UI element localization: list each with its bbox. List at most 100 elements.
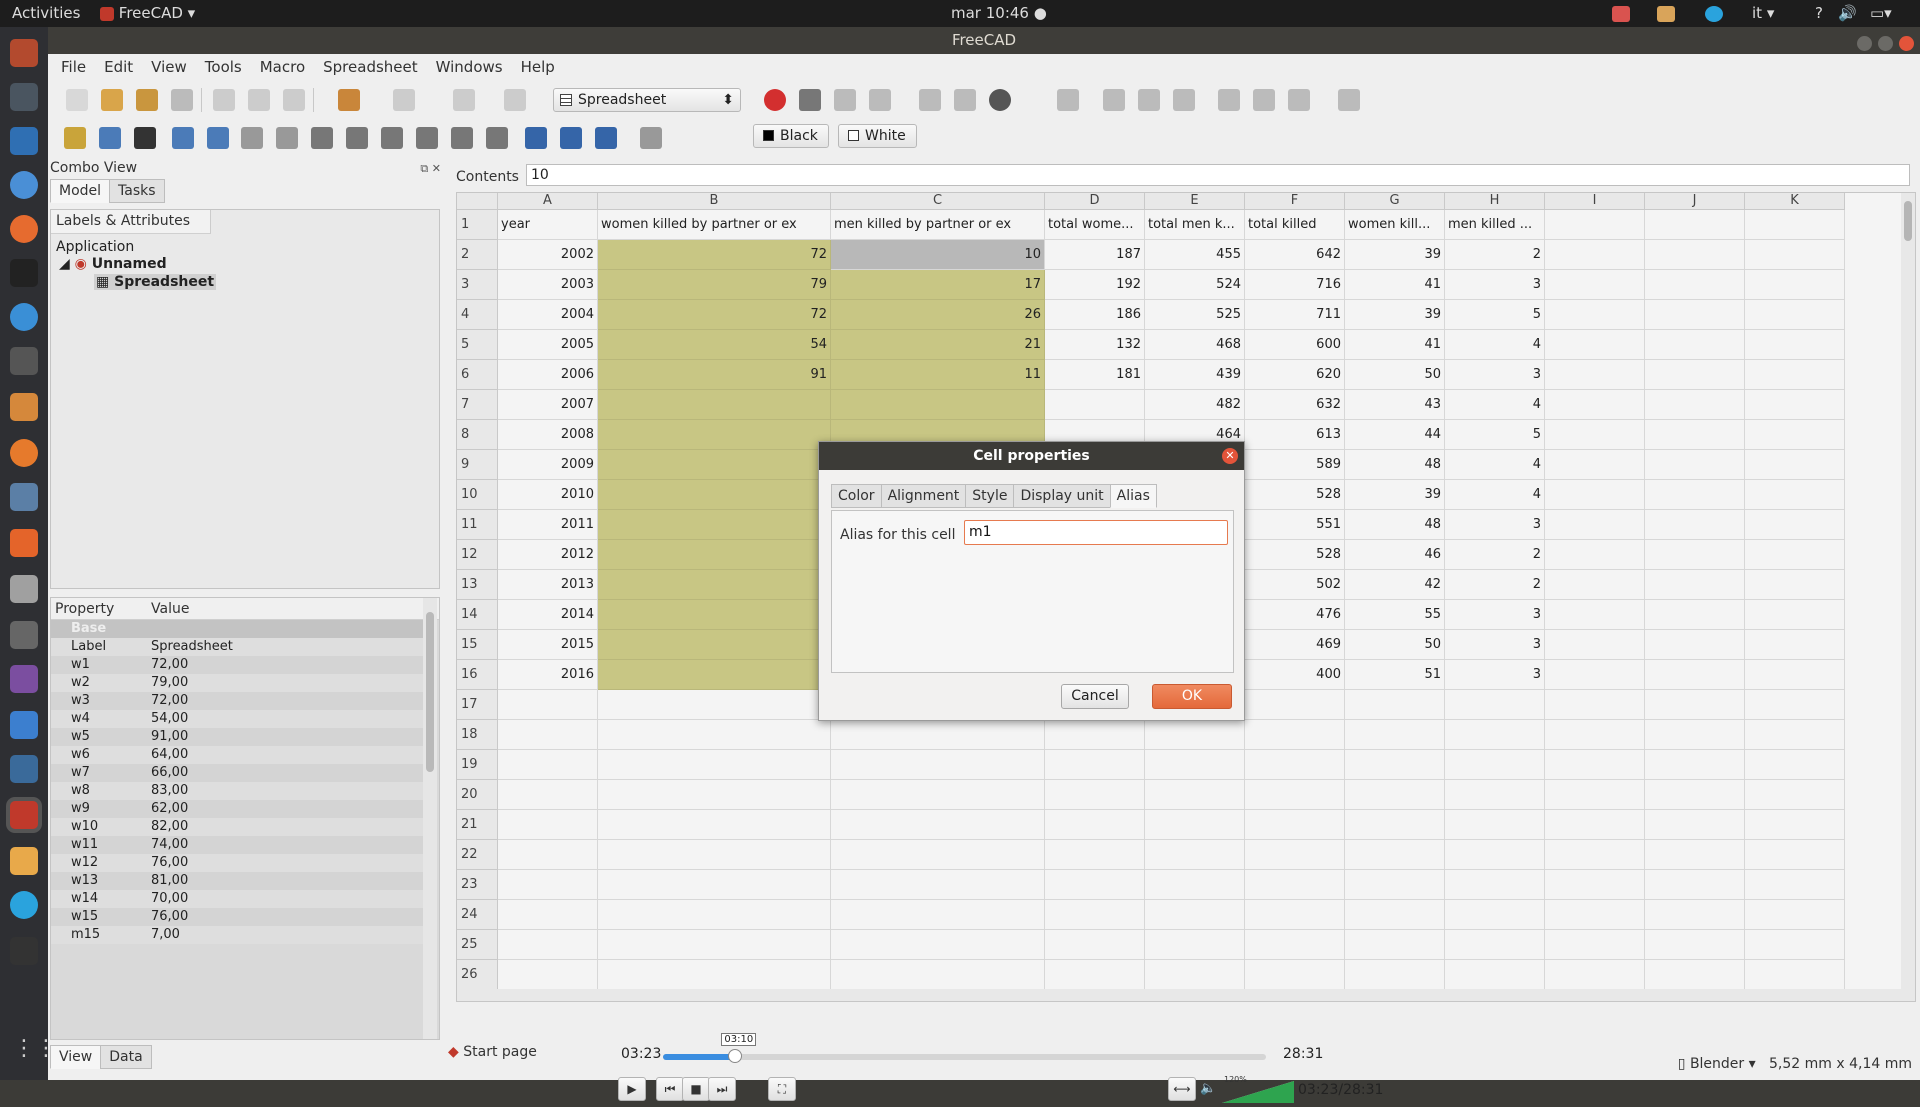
sheet-cell[interactable] [598,780,831,810]
property-row[interactable]: w7 66,00 [51,764,423,782]
sheet-cell[interactable] [1745,210,1845,240]
sheet-cell[interactable] [1545,810,1645,840]
sheet-cell[interactable] [1745,300,1845,330]
sheet-cell[interactable] [1345,720,1445,750]
sheet-cell[interactable]: 72 [598,240,831,270]
ok-button[interactable]: OK [1152,684,1232,709]
align-center-icon[interactable] [346,127,368,149]
sheet-cell[interactable]: 5 [1445,300,1545,330]
right-view-icon[interactable] [1173,89,1195,111]
sheet-cell[interactable]: 2003 [498,270,598,300]
row-header[interactable]: 6 [457,360,498,390]
menu-tools[interactable]: Tools [196,54,251,80]
volume-icon[interactable]: 🔊 [1838,4,1857,22]
property-row[interactable]: w12 76,00 [51,854,423,872]
sheet-cell[interactable] [831,870,1045,900]
sheet-cell[interactable]: 3 [1445,660,1545,690]
row-header[interactable]: 15 [457,630,498,660]
sheet-cell[interactable] [1645,810,1745,840]
drawing-icon[interactable] [10,393,38,421]
sheet-cell[interactable]: 50 [1345,630,1445,660]
sheet-cell[interactable]: 46 [1345,540,1445,570]
menu-macro[interactable]: Macro [251,54,314,80]
front-view-icon[interactable] [1103,89,1125,111]
row-header[interactable]: 4 [457,300,498,330]
property-row[interactable]: m15 7,00 [51,926,423,944]
sheet-cell[interactable] [1345,900,1445,930]
property-row[interactable]: w13 81,00 [51,872,423,890]
menu-windows[interactable]: Windows [427,54,512,80]
sheet-cell[interactable]: 4 [1445,480,1545,510]
align-vcenter-icon[interactable] [451,127,473,149]
open-icon[interactable] [101,89,123,111]
part-icon[interactable] [64,127,86,149]
show-applications-icon[interactable]: ⋮⋮ [13,1038,57,1060]
sheet-cell[interactable] [1545,870,1645,900]
inkscape-icon[interactable] [10,711,38,739]
sheet-cell[interactable] [1645,300,1745,330]
sheet-cell[interactable] [1045,750,1145,780]
stop-button[interactable]: ■ [682,1077,710,1101]
sheet-cell[interactable] [1645,240,1745,270]
sheet-cell[interactable] [1345,690,1445,720]
sheet-cell[interactable] [1445,750,1545,780]
transmission-icon[interactable] [10,483,38,511]
sheet-cell[interactable] [1245,810,1345,840]
export-icon[interactable] [207,127,229,149]
row-header[interactable]: 16 [457,660,498,690]
stop-macro-icon[interactable] [799,89,821,111]
sheet-cell[interactable] [498,900,598,930]
sheet-cell[interactable] [1345,870,1445,900]
sheet-cell[interactable]: women kill... [1345,210,1445,240]
3d-app-icon[interactable] [10,755,38,783]
settings-icon[interactable] [10,575,38,603]
sheet-cell[interactable] [1745,930,1845,960]
row-header[interactable]: 14 [457,600,498,630]
sheet-cell[interactable]: 2010 [498,480,598,510]
menu-edit[interactable]: Edit [95,54,142,80]
telegram-icon[interactable] [10,891,38,919]
next-button[interactable]: ⏭ [708,1077,736,1101]
sheet-cell[interactable] [1645,210,1745,240]
sheet-cell[interactable] [1545,210,1645,240]
sheet-cell[interactable] [1745,390,1845,420]
sheet-cell[interactable] [1545,750,1645,780]
camera-icon[interactable] [10,621,38,649]
row-header[interactable]: 2 [457,240,498,270]
set-alias-icon[interactable] [640,127,662,149]
row-header[interactable]: 24 [457,900,498,930]
sheet-cell[interactable]: 469 [1245,630,1345,660]
column-header[interactable]: F [1245,193,1345,210]
loop-button[interactable]: ⟷ [1168,1077,1196,1101]
sheet-cell[interactable] [598,570,831,600]
sheet-cell[interactable] [1545,480,1645,510]
video-editor-icon[interactable] [10,937,38,965]
browser-icon[interactable] [10,303,38,331]
sheet-cell[interactable] [1745,870,1845,900]
row-header[interactable]: 21 [457,810,498,840]
sheet-cell[interactable] [1445,780,1545,810]
previous-button[interactable]: ⏮ [656,1077,684,1101]
navigation-style[interactable]: Blender [1690,1056,1744,1072]
corner-header[interactable] [457,193,498,210]
record-indicator-icon[interactable] [1612,4,1630,22]
sheet-cell[interactable] [598,810,831,840]
app-menu[interactable]: FreeCAD ▾ [100,4,195,22]
seek-bar[interactable]: 03:10 [663,1033,1266,1063]
sheet-cell[interactable] [1245,720,1345,750]
sheet-cell[interactable] [1245,930,1345,960]
left-view-icon[interactable] [1288,89,1310,111]
sheet-cell[interactable] [1745,450,1845,480]
sheet-cell[interactable] [598,510,831,540]
panel-float-close-icons[interactable]: ⧉ ✕ [420,162,441,176]
sheet-cell[interactable] [1645,930,1745,960]
sheet-cell[interactable] [831,840,1045,870]
sheet-cell[interactable] [1145,900,1245,930]
sheet-cell[interactable]: 3 [1445,360,1545,390]
property-row[interactable]: w5 91,00 [51,728,423,746]
sheet-cell[interactable] [1745,780,1845,810]
sheet-vertical-scrollbar[interactable] [1901,193,1915,1001]
sheet-cell[interactable] [1745,420,1845,450]
sheet-cell[interactable]: 43 [1345,390,1445,420]
sheet-cell[interactable] [1345,930,1445,960]
